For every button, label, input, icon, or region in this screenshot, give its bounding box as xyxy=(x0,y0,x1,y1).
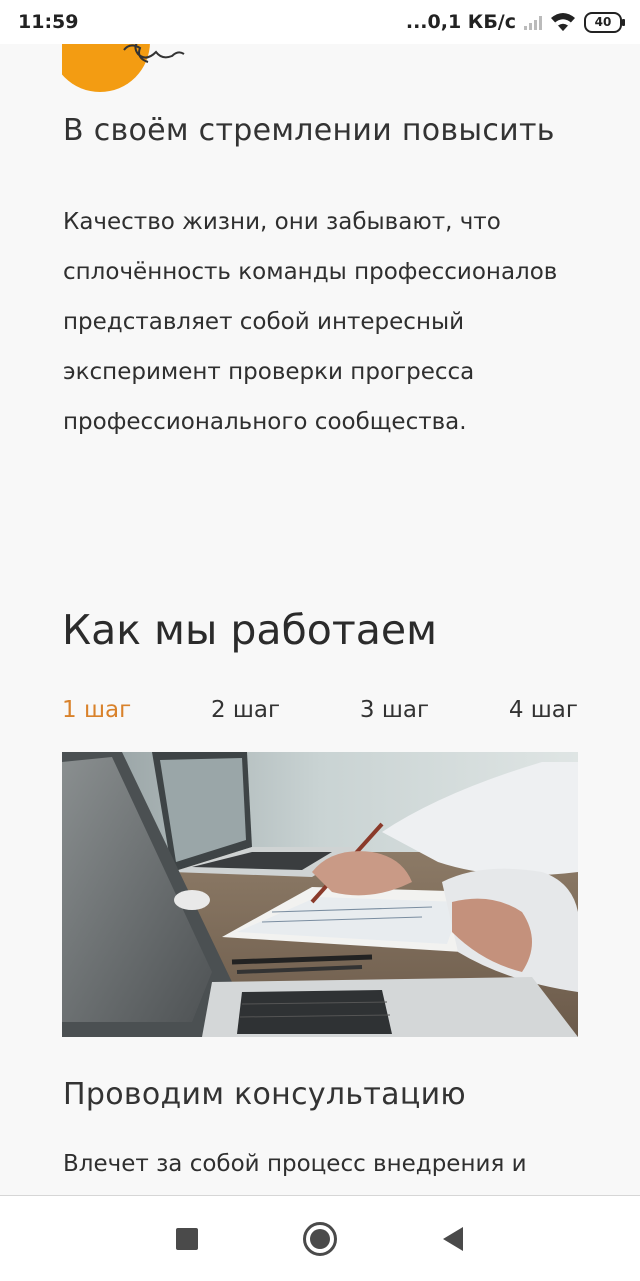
wifi-icon xyxy=(551,13,575,31)
status-time: 11:59 xyxy=(18,11,79,33)
signal-icon xyxy=(524,14,542,30)
intro-card-body: Качество жизни, они забывают, что сплочё… xyxy=(63,209,558,435)
status-indicators: ...0,1 КБ/с 40 xyxy=(405,11,625,33)
step-photo xyxy=(62,752,578,1037)
square-stop-icon xyxy=(176,1227,198,1250)
circle-home-icon xyxy=(303,1221,337,1256)
office-desk-photo xyxy=(62,752,578,1037)
tab-step-1[interactable]: 1 шаг xyxy=(62,697,131,723)
tab-step-3[interactable]: 3 шаг xyxy=(360,697,429,723)
home-button[interactable] xyxy=(280,1196,360,1281)
status-bar: 11:59 ...0,1 КБ/с 40 xyxy=(0,0,640,44)
tab-step-2[interactable]: 2 шаг xyxy=(211,697,280,723)
intro-card-title: В своём стремлении повысить xyxy=(63,113,555,148)
step-text: Влечет за собой процесс внедрения и xyxy=(63,1151,527,1177)
steps-tabs: 1 шаг 2 шаг 3 шаг 4 шаг xyxy=(62,690,578,730)
system-nav-bar xyxy=(0,1195,640,1281)
triangle-back-icon xyxy=(443,1226,463,1251)
step-title: Проводим консультацию xyxy=(63,1077,466,1112)
how-we-work-heading: Как мы работаем xyxy=(62,606,438,654)
tab-step-4[interactable]: 4 шаг xyxy=(509,697,578,723)
back-button[interactable] xyxy=(413,1196,493,1281)
battery-icon: 40 xyxy=(584,11,625,33)
recents-button[interactable] xyxy=(147,1196,227,1281)
network-speed: ...0,1 КБ/с xyxy=(405,11,516,33)
